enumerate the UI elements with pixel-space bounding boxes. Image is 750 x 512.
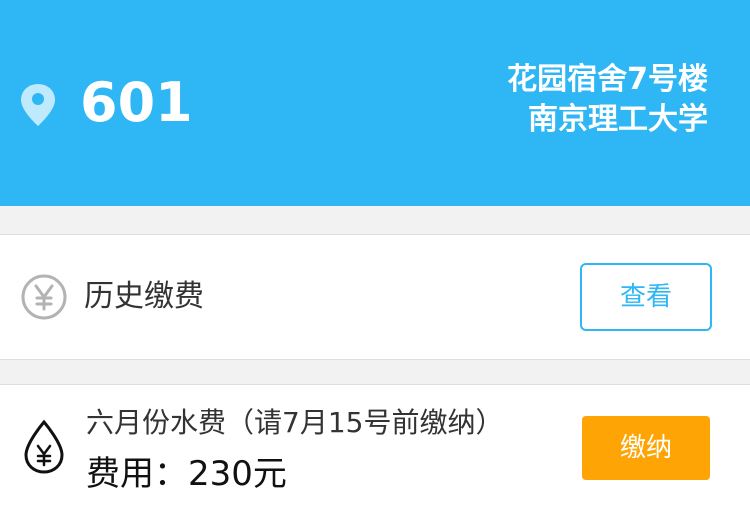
bill-row: 六月份水费（请7月15号前缴纳） 费用：230元 缴纳 (0, 384, 750, 512)
room-number: 601 (80, 71, 193, 134)
spacer (0, 360, 750, 384)
history-payments-label: 历史缴费 (84, 279, 204, 314)
view-history-button[interactable]: 查看 (580, 263, 712, 331)
yen-circle-icon (21, 274, 67, 320)
location-pin-icon (21, 84, 55, 126)
bill-amount: 费用：230元 (86, 454, 287, 494)
water-drop-yen-icon (24, 419, 64, 474)
history-payments-row: 历史缴费 查看 (0, 234, 750, 360)
location-info: 花园宿舍7号楼 南京理工大学 (507, 60, 708, 140)
pay-button[interactable]: 缴纳 (582, 416, 710, 480)
building-name: 花园宿舍7号楼 (507, 62, 708, 97)
header: 601 花园宿舍7号楼 南京理工大学 (0, 0, 750, 206)
spacer (0, 206, 750, 234)
school-name: 南京理工大学 (528, 102, 708, 137)
bill-title: 六月份水费（请7月15号前缴纳） (86, 406, 504, 439)
